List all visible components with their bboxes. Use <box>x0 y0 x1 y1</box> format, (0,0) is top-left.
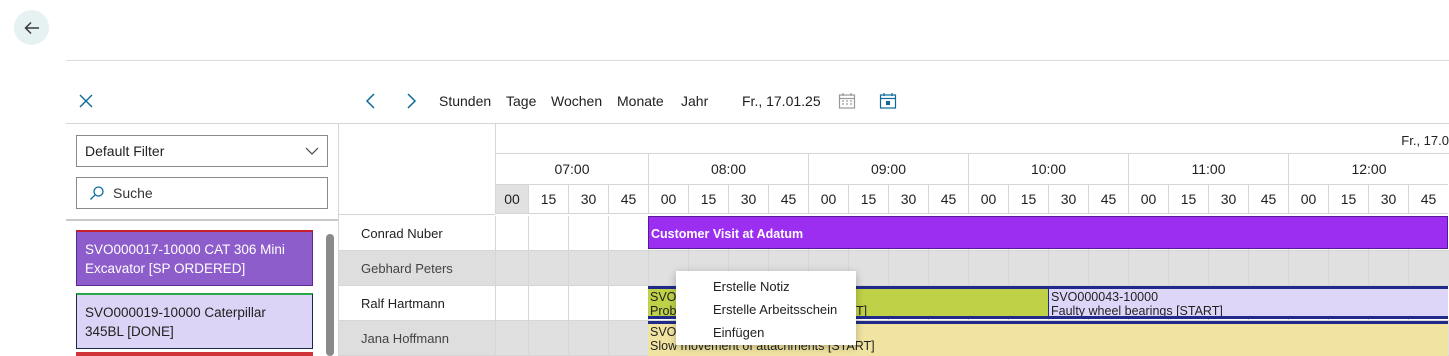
search-placeholder: Suche <box>113 185 153 201</box>
grid-line <box>528 216 529 356</box>
minute-header-cell: 45 <box>928 184 968 214</box>
view-weeks-button[interactable]: Wochen <box>551 93 602 109</box>
minute-header-cell: 15 <box>1008 184 1048 214</box>
minute-header-cell: 15 <box>1168 184 1208 214</box>
header-divider <box>66 60 1449 61</box>
minute-header-cell: 15 <box>848 184 888 214</box>
appointment-title: SVO000043-10000 <box>1051 290 1159 304</box>
task-card-label: SVO000019-10000 Caterpillar 345BL [DONE] <box>85 305 266 339</box>
appointment-bar[interactable]: SVO000043-10000 Faulty wheel bearings [S… <box>1048 286 1448 319</box>
task-card[interactable]: SVO000019-10000 Caterpillar 345BL [DONE] <box>76 293 313 349</box>
grid-line <box>608 216 609 356</box>
view-hours-button[interactable]: Stunden <box>439 93 491 109</box>
minute-header-cell: 45 <box>608 184 648 214</box>
minute-header-cell: 45 <box>1088 184 1128 214</box>
minute-header-cell: 45 <box>1408 184 1448 214</box>
close-icon <box>79 94 93 108</box>
minute-header-cell: 30 <box>888 184 928 214</box>
resource-name: Ralf Hartmann <box>361 295 445 311</box>
minute-header-cell: 30 <box>1368 184 1408 214</box>
filter-dropdown[interactable]: Default Filter <box>76 135 328 167</box>
grid-line <box>495 216 496 356</box>
previous-button[interactable] <box>364 92 378 110</box>
grid-line <box>568 216 569 356</box>
list-divider <box>66 219 338 221</box>
minute-header-cell: 30 <box>1208 184 1248 214</box>
next-button[interactable] <box>404 92 418 110</box>
hour-header-cell: 11:00 <box>1128 153 1288 184</box>
menu-item-create-note[interactable]: Erstelle Notiz <box>676 275 856 298</box>
timeline-row[interactable] <box>495 251 1449 286</box>
minute-header-cell: 30 <box>568 184 608 214</box>
today-button[interactable] <box>879 92 897 110</box>
menu-item-paste[interactable]: Einfügen <box>676 321 856 344</box>
resource-name: Gebhard Peters <box>361 260 453 276</box>
resource-row-jana-hoffmann[interactable]: Jana Hoffmann <box>339 321 495 356</box>
minute-header-cell: 15 <box>688 184 728 214</box>
appointment-subtitle: Faulty wheel bearings [START] <box>1051 304 1223 318</box>
resource-name: Conrad Nuber <box>361 225 443 241</box>
minute-header-cell: 30 <box>728 184 768 214</box>
minute-header-cell: 30 <box>1048 184 1088 214</box>
search-input[interactable]: Suche <box>76 177 328 209</box>
close-button[interactable] <box>78 93 94 109</box>
hour-header-cell: 09:00 <box>808 153 968 184</box>
task-card[interactable]: SVO000017-10000 CAT 306 Mini Excavator [… <box>76 230 313 286</box>
calendar-today-icon <box>879 93 897 109</box>
date-header: Fr., 17.0 <box>495 123 1449 153</box>
appointment-subtitle: Prob <box>650 304 677 318</box>
appointment-subtitle-tail: T] <box>856 304 868 318</box>
chevron-left-icon <box>365 93 375 109</box>
menu-item-create-worksheet[interactable]: Erstelle Arbeitsschein <box>676 298 856 321</box>
resource-row-gebhard-peters[interactable]: Gebhard Peters <box>339 251 495 286</box>
minute-header-cell: 00 <box>1128 184 1168 214</box>
minute-header-cell: 00 <box>495 184 528 214</box>
chevron-down-icon <box>305 147 319 155</box>
minute-header-cell: 00 <box>968 184 1008 214</box>
view-year-button[interactable]: Jahr <box>681 93 708 109</box>
minute-header-cell: 00 <box>808 184 848 214</box>
appointment-bar[interactable]: Customer Visit at Adatum <box>648 216 1448 249</box>
minute-header-cell: 45 <box>1248 184 1288 214</box>
hour-header-cell: 10:00 <box>968 153 1128 184</box>
minute-header-cell: 00 <box>648 184 688 214</box>
back-button[interactable] <box>14 10 49 45</box>
minute-header-cell: 45 <box>768 184 808 214</box>
date-header-label: Fr., 17.0 <box>1401 133 1449 148</box>
resource-row-conrad-nuber[interactable]: Conrad Nuber <box>339 216 495 251</box>
calendar-icon <box>838 93 856 109</box>
date-picker-button[interactable] <box>838 92 856 110</box>
appointment-title: Customer Visit at Adatum <box>651 227 804 241</box>
chevron-right-icon <box>407 93 417 109</box>
minute-header-cell: 15 <box>1328 184 1368 214</box>
task-list-scrollbar[interactable] <box>326 234 334 356</box>
task-card-label: SVO000017-10000 CAT 306 Mini Excavator [… <box>85 242 285 276</box>
current-date: Fr., 17.01.25 <box>742 93 821 109</box>
task-card-partial[interactable] <box>76 352 313 356</box>
resource-row-ralf-hartmann[interactable]: Ralf Hartmann <box>339 286 495 321</box>
minute-header-cell: 15 <box>528 184 568 214</box>
view-days-button[interactable]: Tage <box>506 93 536 109</box>
search-icon <box>90 186 104 200</box>
minute-header-cell: 00 <box>1288 184 1328 214</box>
context-menu: Erstelle Notiz Erstelle Arbeitsschein Ei… <box>676 271 856 345</box>
hour-header-cell: 08:00 <box>648 153 808 184</box>
hour-header-cell: 12:00 <box>1288 153 1449 184</box>
filter-value: Default Filter <box>85 143 165 159</box>
view-months-button[interactable]: Monate <box>617 93 664 109</box>
hour-header-cell: 07:00 <box>495 153 648 184</box>
resource-name: Jana Hoffmann <box>361 330 449 346</box>
arrow-left-icon <box>23 21 39 34</box>
